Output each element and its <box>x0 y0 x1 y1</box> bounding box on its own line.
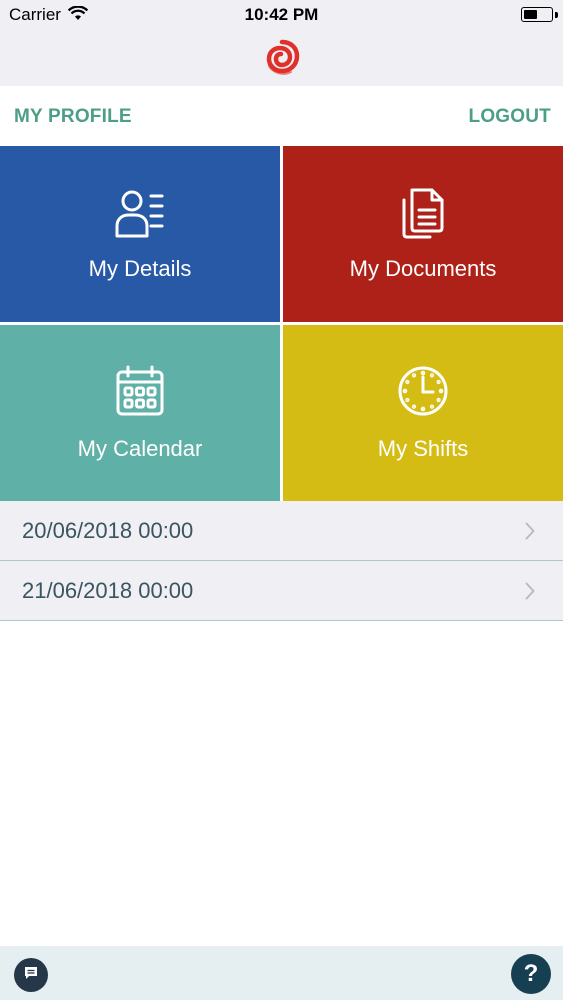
person-list-icon <box>0 186 280 240</box>
chevron-right-icon <box>525 582 535 605</box>
clock-icon <box>283 365 563 417</box>
chevron-right-icon <box>525 522 535 545</box>
shift-datetime: 21/06/2018 00:00 <box>22 578 194 603</box>
tile-label: My Shifts <box>377 436 469 461</box>
clock-time: 10:42 PM <box>244 5 319 24</box>
battery-icon <box>521 7 553 22</box>
bottom-bar: ? <box>0 946 563 1000</box>
my-profile-link[interactable]: MY PROFILE <box>14 106 132 128</box>
shift-datetime: 20/06/2018 00:00 <box>22 518 194 543</box>
battery-nub <box>555 12 558 18</box>
logout-link[interactable]: LOGOUT <box>469 106 551 128</box>
tile-my-calendar[interactable]: My Calendar <box>0 325 280 501</box>
brand-swirl-logo <box>261 36 303 78</box>
tile-my-documents[interactable]: My Documents <box>283 146 563 322</box>
calendar-icon <box>0 365 280 417</box>
tile-label: My Documents <box>349 256 497 281</box>
profile-nav: MY PROFILE LOGOUT <box>0 86 563 146</box>
shift-list: 20/06/2018 00:00 21/06/2018 00:00 <box>0 501 563 621</box>
tile-my-details[interactable]: My Details <box>0 146 280 322</box>
app-header <box>0 30 563 86</box>
chat-icon <box>23 965 39 986</box>
help-button[interactable]: ? <box>511 954 551 994</box>
tile-my-shifts[interactable]: My Shifts <box>283 325 563 501</box>
chat-button[interactable] <box>14 958 48 992</box>
status-bar: Carrier 10:42 PM <box>0 0 563 30</box>
tile-label: My Calendar <box>77 436 203 461</box>
list-item[interactable]: 21/06/2018 00:00 <box>0 561 563 621</box>
tile-label: My Details <box>88 256 192 281</box>
documents-icon <box>283 186 563 240</box>
list-item[interactable]: 20/06/2018 00:00 <box>0 501 563 561</box>
